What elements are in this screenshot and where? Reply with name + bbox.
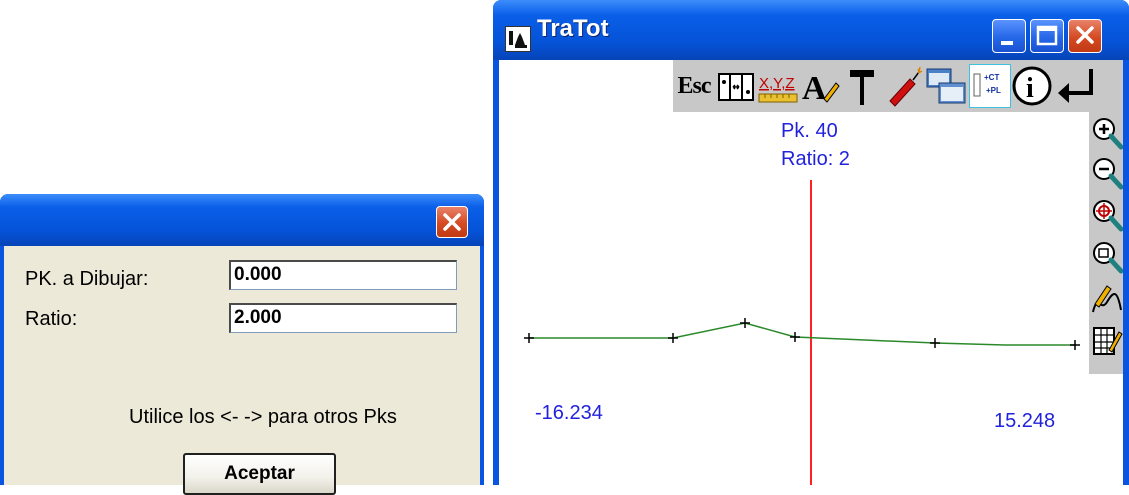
edit-table-icon [1093,327,1123,355]
navigation-hint: Utilice los <- -> para otros Pks [129,406,397,428]
escape-button[interactable]: Esc [673,64,715,108]
svg-text:+CT: +CT [984,73,999,82]
draw-profile-button[interactable] [1091,282,1123,314]
dialog-body: PK. a Dibujar: 0.000 Ratio: 2.000 Utilic… [4,246,480,495]
columns-button[interactable] [715,64,757,108]
window-titlebar[interactable]: TraTot [493,0,1129,60]
text-pencil-icon: A [802,70,840,107]
ct-pl-icon: +CT +PL [973,73,1001,97]
columns-icon [718,73,754,101]
pk-dialog: PK. a Dibujar: 0.000 Ratio: 2.000 Utilic… [0,194,484,495]
hammer-button[interactable] [841,64,883,108]
plot-area[interactable]: Pk. 40 Ratio: 2 -16.234 15.248 Esc X,Y,Z [499,60,1124,485]
windows-icon [926,68,966,104]
ratio-value-label: Ratio: 2 [781,148,850,170]
enter-button[interactable] [1055,64,1097,108]
pk-value-label: Pk. 40 [781,120,838,142]
svg-text:X,Y,Z: X,Y,Z [759,75,795,92]
svg-text:A: A [802,70,827,107]
svg-text:i: i [1026,73,1034,104]
text-button[interactable]: A [799,64,841,108]
dynamite-button[interactable] [883,64,925,108]
pk-label: PK. a Dibujar: [25,268,149,290]
escape-icon: Esc [677,72,712,99]
accept-button[interactable]: Aceptar [183,453,336,495]
maximize-icon [1036,25,1058,46]
xyz-button[interactable]: X,Y,Z [757,64,799,108]
info-button[interactable]: i [1011,64,1053,108]
zoom-window-button[interactable] [1091,240,1124,274]
left-offset-label: -16.234 [535,402,603,424]
draw-profile-icon [1092,285,1122,313]
window-title: TraTot [537,15,609,42]
edit-table-button[interactable] [1091,324,1123,356]
windows-button[interactable] [925,64,967,108]
tratot-window: TraTot Pk. 40 Ratio: 2 -16.234 15.248 Es… [493,0,1129,485]
zoom-center-button[interactable] [1091,198,1124,232]
terrain-profile-line [529,322,1075,346]
pk-input[interactable]: 0.000 [229,260,457,290]
zoom-out-button[interactable] [1091,156,1124,190]
zoom-in-icon [1093,118,1124,150]
xyz-icon: X,Y,Z [758,75,798,103]
window-close-button[interactable] [1068,19,1102,53]
ct-pl-button[interactable]: +CT +PL [969,64,1011,108]
svg-text:+PL: +PL [986,86,1001,95]
enter-icon [1058,69,1093,103]
minimize-button[interactable] [992,19,1026,53]
dialog-close-button[interactable] [436,206,468,238]
zoom-window-icon [1093,242,1124,274]
close-icon [1076,26,1094,44]
ratio-label: Ratio: [25,308,78,330]
dialog-titlebar[interactable] [0,194,484,246]
close-icon [443,213,461,231]
zoom-center-icon [1093,200,1124,232]
zoom-in-button[interactable] [1091,116,1124,150]
zoom-out-icon [1093,158,1124,190]
right-offset-label: 15.248 [994,410,1056,432]
ratio-input[interactable]: 2.000 [229,303,457,333]
dynamite-icon [889,66,923,107]
minimize-icon [1001,41,1013,45]
toolbar: Esc X,Y,Z A +CT +PL i [673,60,1123,112]
info-icon: i [1012,66,1052,106]
hammer-icon [850,70,874,105]
zoom-toolbar [1089,112,1124,374]
maximize-button[interactable] [1030,19,1064,53]
app-icon [505,26,531,52]
